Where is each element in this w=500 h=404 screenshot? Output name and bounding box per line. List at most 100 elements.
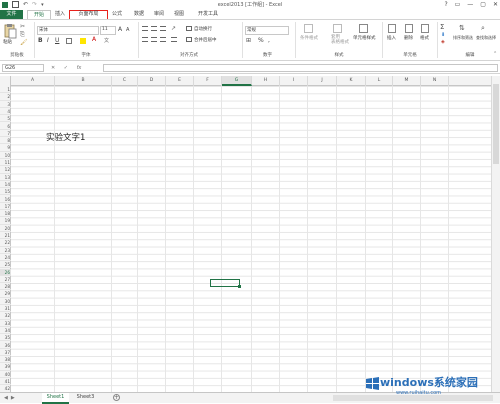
- clear-icon[interactable]: ◈: [441, 39, 445, 45]
- row-header-5[interactable]: 5: [0, 115, 11, 123]
- row-header-21[interactable]: 21: [0, 232, 11, 240]
- row-header-30[interactable]: 30: [0, 298, 11, 305]
- row-header-17[interactable]: 17: [0, 203, 11, 211]
- autosum-button[interactable]: Σ: [440, 23, 444, 31]
- row-header-26[interactable]: 26: [0, 268, 11, 276]
- borders-icon[interactable]: [66, 38, 72, 44]
- row-header-16[interactable]: 16: [0, 196, 11, 203]
- align-middle-icon[interactable]: [151, 26, 157, 31]
- column-header-n[interactable]: N: [421, 76, 449, 86]
- row-header-4[interactable]: 4: [0, 108, 11, 116]
- row-header-9[interactable]: 9: [0, 144, 11, 152]
- column-header-a[interactable]: A: [11, 76, 55, 86]
- column-header-j[interactable]: J: [308, 76, 337, 86]
- row-header-24[interactable]: 24: [0, 254, 11, 262]
- align-center-icon[interactable]: [151, 37, 157, 42]
- font-name-select[interactable]: 宋体: [37, 26, 99, 35]
- paste-button[interactable]: 粘贴: [3, 23, 17, 49]
- row-header-20[interactable]: 20: [0, 225, 11, 232]
- help-icon[interactable]: ?: [444, 1, 447, 8]
- column-header-b[interactable]: B: [55, 76, 112, 86]
- row-header-27[interactable]: 27: [0, 276, 11, 284]
- delete-cells-button[interactable]: 删除: [404, 35, 413, 41]
- font-size-select[interactable]: 11: [100, 26, 116, 35]
- row-header-39[interactable]: 39: [0, 363, 11, 371]
- name-box[interactable]: G26: [2, 64, 44, 72]
- align-left-icon[interactable]: [142, 37, 148, 42]
- fill-icon[interactable]: ⬇: [441, 32, 445, 38]
- sheet-tab-sheet3[interactable]: Sheet3: [73, 393, 98, 402]
- column-header-g[interactable]: G: [222, 76, 252, 86]
- row-header-40[interactable]: 40: [0, 371, 11, 378]
- minimize-button[interactable]: —: [467, 1, 473, 8]
- tab-formulas[interactable]: 公式: [106, 10, 128, 19]
- row-header-11[interactable]: 11: [0, 159, 11, 167]
- row-header-34[interactable]: 34: [0, 327, 11, 335]
- row-header-32[interactable]: 32: [0, 312, 11, 320]
- column-header-c[interactable]: C: [112, 76, 138, 86]
- close-button[interactable]: ✕: [493, 1, 498, 8]
- tab-insert[interactable]: 插入: [50, 10, 70, 19]
- format-table-button[interactable]: 套用 表格格式: [331, 35, 349, 45]
- tab-view[interactable]: 视图: [169, 10, 189, 19]
- column-header-f[interactable]: F: [194, 76, 222, 86]
- row-header-36[interactable]: 36: [0, 342, 11, 349]
- formula-input[interactable]: [103, 64, 498, 72]
- grow-font-button[interactable]: A: [118, 26, 122, 33]
- find-select-button[interactable]: 查找和选择: [476, 35, 496, 41]
- vertical-scrollbar[interactable]: [491, 76, 500, 392]
- sheet-tab-sheet1[interactable]: Sheet1: [42, 393, 69, 404]
- row-header-23[interactable]: 23: [0, 247, 11, 254]
- sheet-nav-arrows[interactable]: ◀▶: [4, 395, 18, 401]
- row-header-25[interactable]: 25: [0, 261, 11, 269]
- row-header-8[interactable]: 8: [0, 137, 11, 145]
- align-right-icon[interactable]: [160, 37, 166, 42]
- phonetic-button[interactable]: 文: [104, 37, 109, 44]
- conditional-format-button[interactable]: 条件格式: [300, 35, 318, 41]
- format-cells-button[interactable]: 格式: [420, 35, 429, 41]
- row-header-42[interactable]: 42: [0, 385, 11, 392]
- row-header-2[interactable]: 2: [0, 93, 11, 101]
- orientation-icon[interactable]: ↗: [171, 25, 176, 32]
- row-header-7[interactable]: 7: [0, 130, 11, 138]
- row-header-33[interactable]: 33: [0, 320, 11, 327]
- column-header-m[interactable]: M: [393, 76, 421, 86]
- tab-file[interactable]: 文件: [0, 10, 23, 19]
- fill-color-icon[interactable]: [80, 38, 86, 44]
- italic-button[interactable]: I: [47, 37, 49, 44]
- font-color-button[interactable]: A: [92, 36, 96, 43]
- row-header-14[interactable]: 14: [0, 181, 11, 189]
- row-header-15[interactable]: 15: [0, 188, 11, 196]
- ribbon-display-icon[interactable]: ▭: [455, 1, 461, 8]
- underline-button[interactable]: U: [55, 37, 59, 44]
- cell-b7-text[interactable]: 实验文字1: [46, 131, 85, 143]
- cell-styles-button[interactable]: 单元格样式: [353, 35, 376, 41]
- insert-function-button[interactable]: fx: [77, 65, 82, 71]
- collapse-ribbon-icon[interactable]: ⌃: [493, 51, 497, 57]
- percent-button[interactable]: %: [258, 37, 264, 44]
- active-cell-g26[interactable]: [210, 279, 240, 287]
- row-header-29[interactable]: 29: [0, 290, 11, 298]
- maximize-button[interactable]: ▢: [480, 1, 486, 8]
- accounting-format-icon[interactable]: ⊞: [246, 37, 251, 44]
- align-top-icon[interactable]: [142, 26, 148, 31]
- row-header-13[interactable]: 13: [0, 174, 11, 181]
- row-header-18[interactable]: 18: [0, 210, 11, 218]
- shrink-font-button[interactable]: A: [126, 27, 129, 33]
- row-header-1[interactable]: 1: [0, 86, 11, 94]
- bold-button[interactable]: B: [38, 37, 43, 44]
- select-all-button[interactable]: [0, 76, 11, 86]
- format-painter-icon[interactable]: 🖌: [20, 39, 28, 46]
- enter-icon[interactable]: ✓: [64, 65, 68, 71]
- column-header-e[interactable]: E: [166, 76, 194, 86]
- indent-icon[interactable]: [171, 37, 177, 42]
- tab-developer[interactable]: 开发工具: [192, 10, 224, 19]
- wrap-text-button[interactable]: 自动换行: [194, 26, 212, 32]
- cancel-icon[interactable]: ✕: [51, 65, 55, 71]
- row-header-31[interactable]: 31: [0, 305, 11, 313]
- column-header-l[interactable]: L: [366, 76, 393, 86]
- row-header-10[interactable]: 10: [0, 152, 11, 159]
- column-header-d[interactable]: D: [138, 76, 166, 86]
- row-header-41[interactable]: 41: [0, 378, 11, 386]
- cut-icon[interactable]: ✂: [20, 23, 25, 30]
